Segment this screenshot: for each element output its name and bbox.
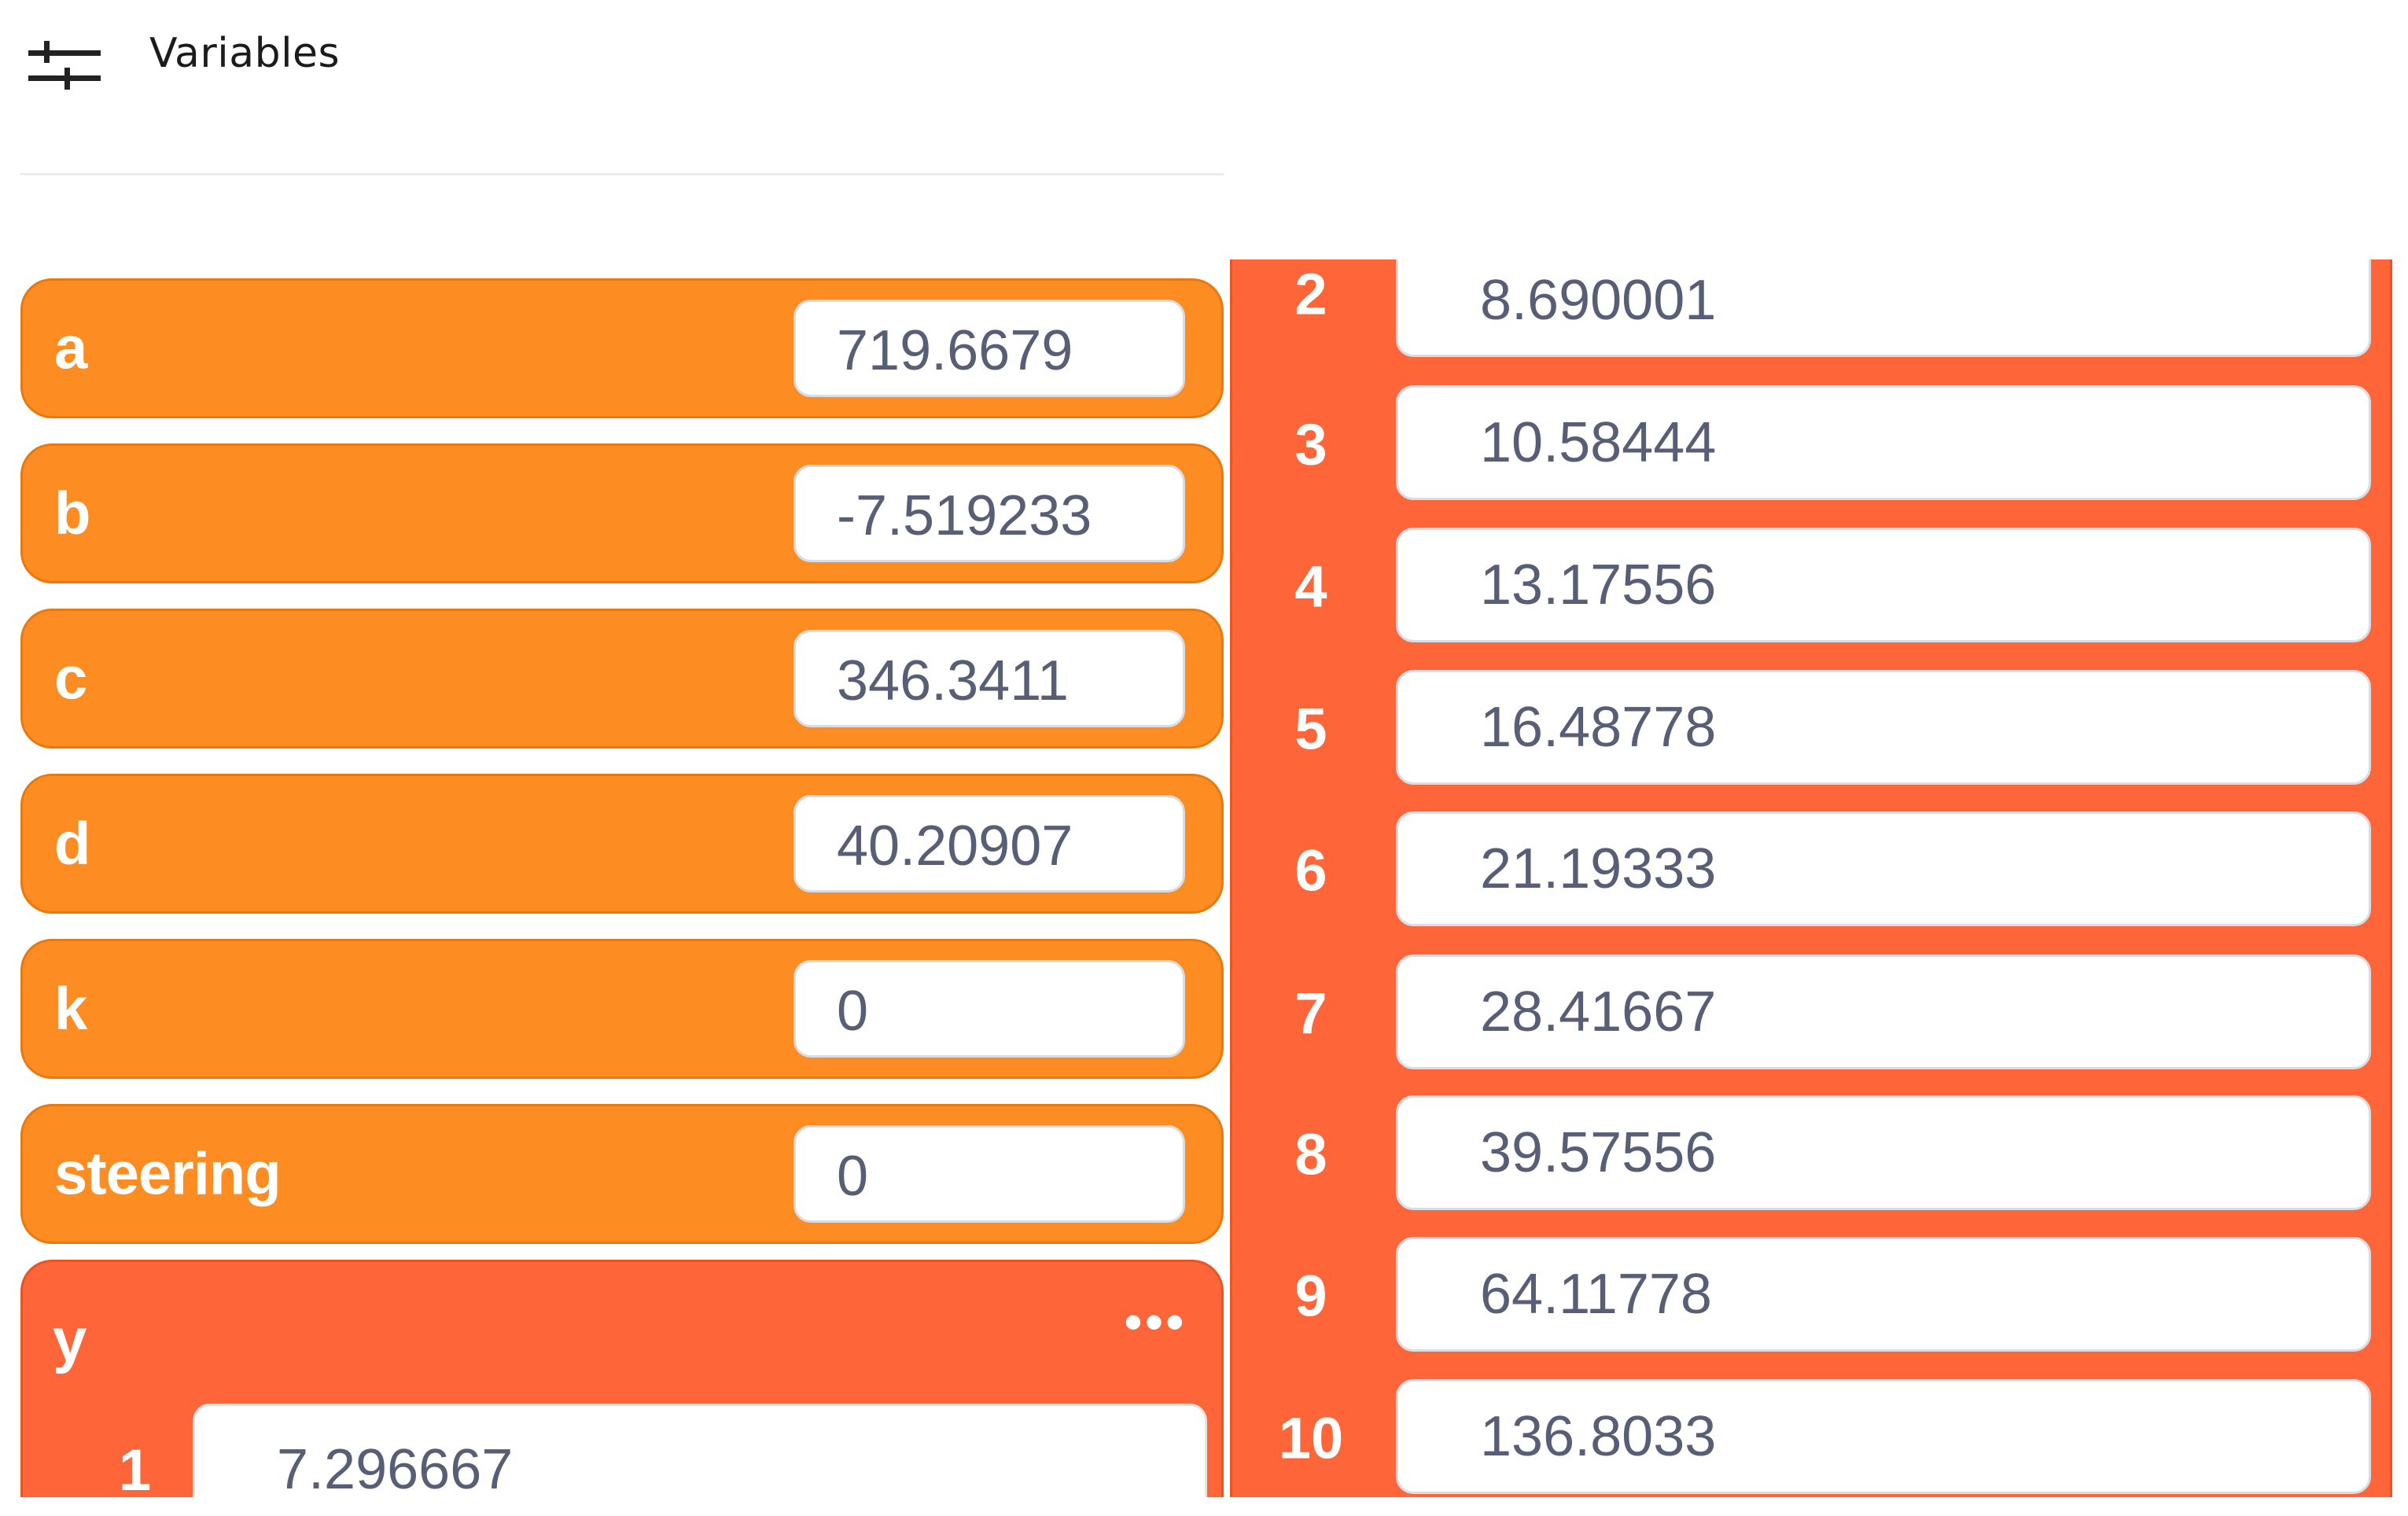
- variable-value: 40.20907: [793, 795, 1185, 892]
- list-item-index: 7: [1294, 981, 1327, 1047]
- sliders-icon[interactable]: [28, 39, 101, 96]
- list-monitor-y-continued[interactable]: 2 8.690001 3 10.58444 4 13.17556 5 16.48…: [1230, 259, 2392, 1497]
- list-item: 2 8.690001: [1232, 259, 2390, 377]
- variable-value: 719.6679: [793, 300, 1185, 397]
- list-item-value[interactable]: 10.58444: [1396, 385, 2371, 500]
- list-item: 6 21.19333: [1232, 811, 2390, 929]
- list-item: 3 10.58444: [1232, 385, 2390, 503]
- list-item: 8 39.57556: [1232, 1095, 2390, 1213]
- variable-name: b: [54, 480, 90, 547]
- variable-name: steering: [54, 1140, 282, 1208]
- list-item-value[interactable]: 16.48778: [1396, 670, 2371, 785]
- list-item-index: 5: [1294, 696, 1327, 762]
- list-item-index: 9: [1294, 1263, 1327, 1329]
- list-item-value[interactable]: 13.17556: [1396, 528, 2371, 642]
- list-item-index: 2: [1294, 261, 1327, 327]
- list-item-index: 6: [1294, 837, 1327, 903]
- variable-value: 346.3411: [793, 630, 1185, 727]
- list-item-index: 8: [1294, 1121, 1327, 1187]
- header-title: Variables: [149, 30, 341, 77]
- variable-monitor-a[interactable]: a 719.6679: [20, 278, 1224, 418]
- list-item-index: 4: [1294, 554, 1327, 620]
- list-item: 9 64.11778: [1232, 1237, 2390, 1355]
- list-item-value[interactable]: 39.57556: [1396, 1095, 2371, 1210]
- list-item-index: 1: [119, 1437, 152, 1503]
- list-name: y: [53, 1305, 87, 1374]
- list-item-value[interactable]: 136.8033: [1396, 1379, 2371, 1494]
- variable-monitor-d[interactable]: d 40.20907: [20, 774, 1224, 914]
- variable-monitor-steering[interactable]: steering 0: [20, 1104, 1224, 1244]
- variable-name: a: [54, 315, 87, 382]
- list-item-index: 10: [1278, 1405, 1344, 1471]
- variable-monitor-c[interactable]: c 346.3411: [20, 609, 1224, 749]
- variable-monitor-list: a 719.6679 b -7.519233 c 346.3411 d 40.2…: [20, 278, 1224, 1269]
- variable-name: k: [54, 975, 87, 1043]
- variable-monitor-k[interactable]: k 0: [20, 939, 1224, 1079]
- list-item-index: 3: [1294, 411, 1327, 477]
- header-divider: [20, 173, 1224, 175]
- list-item: 10 136.8033: [1232, 1379, 2390, 1497]
- list-item: 5 16.48778: [1232, 670, 2390, 788]
- more-options-icon[interactable]: •••: [1125, 1297, 1187, 1347]
- list-item-value[interactable]: 64.11778: [1396, 1237, 2371, 1352]
- bottom-edge: [0, 1497, 2408, 1516]
- list-item: 4 13.17556: [1232, 528, 2390, 646]
- variable-name: c: [54, 645, 87, 712]
- list-monitor-y[interactable]: y ••• 1 7.296667: [20, 1260, 1224, 1516]
- variable-value: 0: [793, 960, 1185, 1058]
- list-item-value[interactable]: 28.41667: [1396, 955, 2371, 1069]
- variable-value: 0: [793, 1125, 1185, 1223]
- list-item-value[interactable]: 8.690001: [1396, 259, 2371, 357]
- list-item-value[interactable]: 21.19333: [1396, 811, 2371, 926]
- variables-header: Variables: [0, 0, 1227, 173]
- list-item: 7 28.41667: [1232, 955, 2390, 1073]
- variable-monitor-b[interactable]: b -7.519233: [20, 443, 1224, 583]
- variable-value: -7.519233: [793, 465, 1185, 562]
- variable-name: d: [54, 810, 90, 878]
